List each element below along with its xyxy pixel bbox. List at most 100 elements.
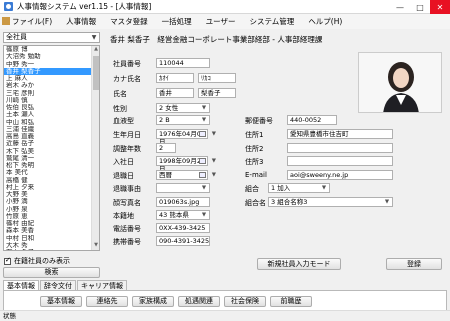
list-item[interactable]: 鷲尾 清一: [4, 155, 92, 162]
active-only-checkbox[interactable]: 在籍社員のみ表示: [4, 256, 70, 266]
calendar-icon[interactable]: [199, 158, 206, 164]
email-label: E-mail: [245, 171, 267, 179]
phone-field[interactable]: 0XX-439-3425: [156, 223, 210, 233]
list-item[interactable]: 佐伯 良弘: [4, 104, 92, 111]
employee-list[interactable]: 篠原 博大沼秀 勉助 中野 秀一 香井 梨香子上 麻人 岩木 みか 三宅 彦則 川崎 慎佐…: [3, 45, 100, 251]
photo-name-field[interactable]: 019063s.jpg: [156, 197, 210, 207]
gender-select[interactable]: 2 女性 ▼: [156, 103, 210, 113]
menu-file[interactable]: ファイル(F): [0, 14, 59, 29]
employee-photo: [358, 52, 442, 113]
scroll-down-icon[interactable]: ▼: [92, 242, 99, 250]
list-item[interactable]: 篠村 由紀: [4, 220, 92, 227]
list-item[interactable]: 小野 泉: [4, 206, 92, 213]
list-item[interactable]: 松下 秀明: [4, 162, 92, 169]
close-button[interactable]: ✕: [430, 0, 450, 14]
mobile-label: 携帯番号: [113, 238, 141, 246]
kana-last-field[interactable]: ｶｵｲ: [156, 73, 194, 83]
addr2-label: 住所2: [245, 145, 264, 153]
menu-user[interactable]: ユーザー: [199, 14, 243, 29]
name-last-field[interactable]: 香井: [156, 88, 194, 98]
list-item[interactable]: 中村 日和: [4, 235, 92, 242]
save-button[interactable]: 登録: [386, 258, 442, 270]
union-name-select[interactable]: 3 組合名称3 ▼: [268, 197, 393, 207]
list-item[interactable]: 竹原 恵: [4, 213, 92, 220]
calendar-icon[interactable]: [199, 131, 206, 137]
list-item[interactable]: 本 美代: [4, 169, 92, 176]
action-treatment-button[interactable]: 処遇関連: [178, 296, 220, 307]
blood-label: 血液型: [113, 117, 134, 125]
list-scrollbar[interactable]: ▲ ▼: [91, 46, 99, 250]
tab-appointment[interactable]: 辞令文付: [40, 280, 76, 290]
birth-date-picker[interactable]: 1976年04月06日 ▼: [156, 129, 216, 146]
new-employee-mode-button[interactable]: 新規社員入力モード: [257, 258, 341, 270]
list-item[interactable]: 石本 久子: [4, 249, 92, 250]
tab-career[interactable]: キャリア情報: [77, 280, 127, 290]
union-select[interactable]: 1 加入 ▼: [268, 183, 330, 193]
mobile-field[interactable]: 090-4391-3425: [156, 236, 210, 246]
maximize-button[interactable]: □: [410, 0, 430, 14]
hometown-select[interactable]: 43 熊本県 ▼: [156, 210, 210, 220]
doc-icon: [2, 17, 10, 25]
chevron-down-icon[interactable]: ▼: [212, 157, 216, 165]
menu-system[interactable]: システム管理: [243, 14, 302, 29]
list-item[interactable]: 土本 瀬人: [4, 111, 92, 118]
list-item[interactable]: 大野 美: [4, 191, 92, 198]
list-item[interactable]: 高島 直義: [4, 133, 92, 140]
menu-personnel[interactable]: 人事情報: [59, 14, 103, 29]
phone-label: 電話番号: [113, 225, 141, 233]
action-previous-job-button[interactable]: 前職歴: [270, 296, 312, 307]
list-item[interactable]: 高橋 健: [4, 177, 92, 184]
list-item[interactable]: 大木 秀: [4, 242, 92, 249]
calendar-icon[interactable]: [199, 172, 206, 178]
chevron-down-icon[interactable]: ▼: [212, 130, 216, 138]
addr1-field[interactable]: 愛知県豊橋市住吉町: [287, 129, 393, 139]
list-item[interactable]: 川崎 慎: [4, 97, 92, 104]
list-item[interactable]: 中野 秀一: [4, 61, 92, 68]
addr2-field[interactable]: [287, 143, 393, 153]
kana-label: カナ氏名: [113, 75, 141, 83]
list-item[interactable]: 小野 満: [4, 198, 92, 205]
minimize-button[interactable]: —: [390, 0, 410, 14]
join-date-picker[interactable]: 1998年09月29日 ▼: [156, 156, 216, 173]
photo-name-label: 顔写真名: [113, 199, 141, 207]
checkbox-icon[interactable]: [4, 256, 11, 265]
addr3-field[interactable]: [287, 156, 393, 166]
list-item[interactable]: 木下 弘美: [4, 148, 92, 155]
menu-help[interactable]: ヘルプ(H): [301, 14, 349, 29]
list-item[interactable]: 三浦 佳織: [4, 126, 92, 133]
gender-label: 性別: [113, 105, 127, 113]
blood-select[interactable]: 2 B ▼: [156, 115, 210, 125]
list-item[interactable]: 香井 梨香子: [4, 67, 92, 75]
list-item[interactable]: 森本 美香: [4, 227, 92, 234]
title-bar: 人事情報システム ver1.15 - [人事情報] — □ ✕: [0, 0, 450, 14]
action-contact-button[interactable]: 連絡先: [86, 296, 128, 307]
list-item[interactable]: 岩木 みか: [4, 82, 92, 89]
list-item[interactable]: 上 麻人: [4, 75, 92, 82]
list-item[interactable]: 篠原 博: [4, 46, 92, 53]
list-item[interactable]: 三宅 彦則: [4, 90, 92, 97]
email-field[interactable]: aoi@sweeny.ne.jp: [287, 170, 393, 180]
action-social-insurance-button[interactable]: 社会保険: [224, 296, 266, 307]
employee-no-field[interactable]: 110044: [156, 58, 210, 68]
retire-date-picker[interactable]: 西暦 ▼: [156, 170, 216, 180]
scroll-thumb[interactable]: [93, 56, 99, 90]
scroll-up-icon[interactable]: ▲: [92, 46, 99, 54]
list-item[interactable]: 村上 夕来: [4, 184, 92, 191]
name-first-field[interactable]: 梨香子: [198, 88, 236, 98]
adjust-field[interactable]: 2: [156, 143, 176, 153]
list-item[interactable]: 近藤 岳子: [4, 140, 92, 147]
tab-basic[interactable]: 基本情報: [3, 280, 39, 290]
search-button[interactable]: 検索: [3, 267, 100, 278]
menu-master[interactable]: マスタ登録: [103, 14, 155, 29]
action-family-button[interactable]: 家族構成: [132, 296, 174, 307]
kana-first-field[interactable]: ﾘｶｺ: [198, 73, 236, 83]
list-item[interactable]: 大沼秀 勉助: [4, 53, 92, 60]
company-select[interactable]: 全社員 ▼: [3, 32, 100, 43]
chevron-down-icon[interactable]: ▼: [212, 171, 216, 179]
action-basic-info-button[interactable]: 基本情報: [40, 296, 82, 307]
list-item[interactable]: 中山 和弘: [4, 119, 92, 126]
menu-batch[interactable]: 一括処理: [155, 14, 199, 29]
postal-field[interactable]: 440-0052: [287, 115, 337, 125]
retire-reason-select[interactable]: ▼: [156, 183, 210, 193]
chevron-down-icon: ▼: [321, 185, 327, 191]
